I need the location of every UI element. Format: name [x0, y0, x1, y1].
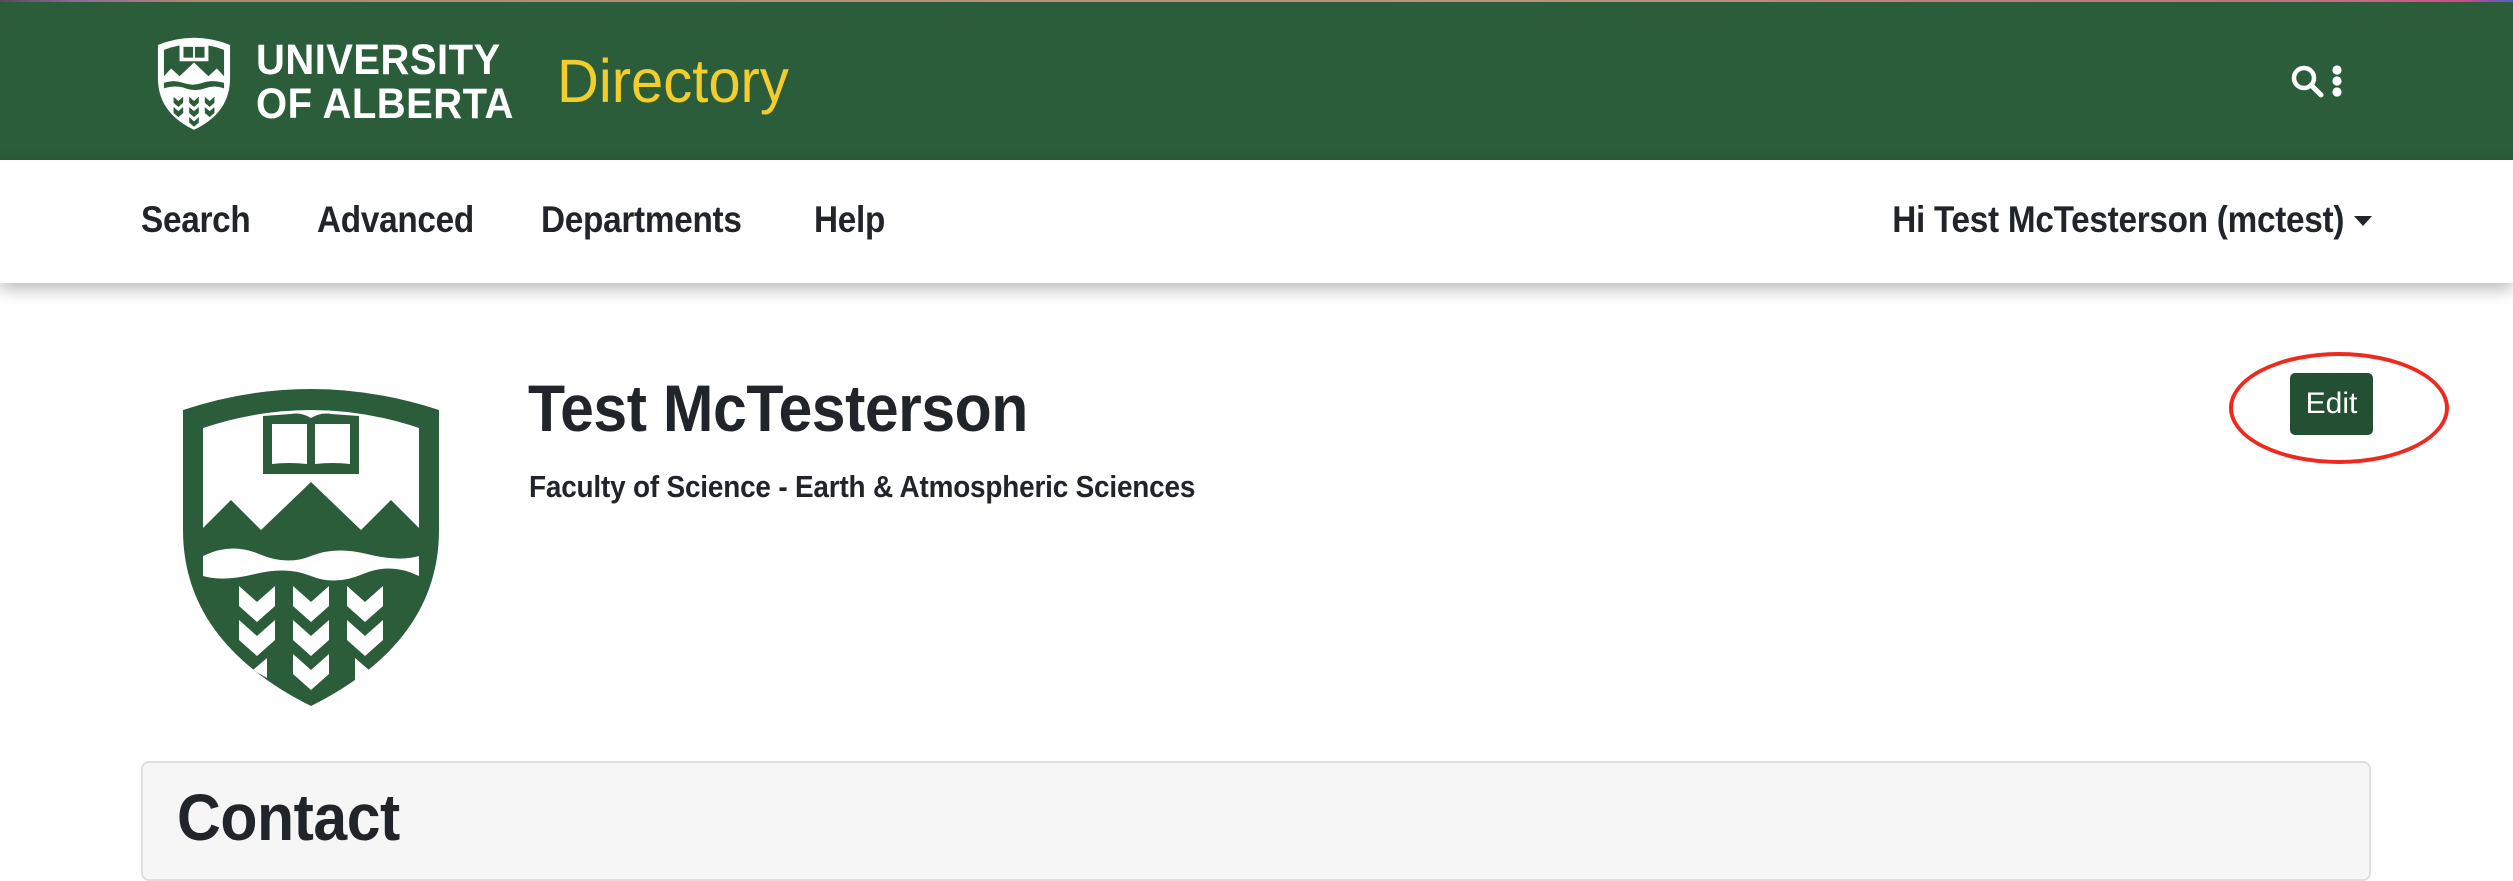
university-logo-link[interactable]: UNIVERSITY OF ALBERTA [155, 33, 513, 131]
university-shield-icon [183, 389, 439, 706]
user-menu-dropdown[interactable]: Hi Test McTesterson (mctest) [1842, 194, 2372, 246]
edit-button[interactable]: Edit [2290, 373, 2373, 435]
brand-line-1: UNIVERSITY [256, 36, 501, 84]
kebab-menu-icon[interactable] [2329, 62, 2345, 100]
app-title-directory[interactable]: Directory [557, 48, 789, 114]
university-wordmark: UNIVERSITY OF ALBERTA [256, 38, 516, 126]
main-navigation: Search Advanced Departments Help Hi Test… [0, 160, 2513, 283]
nav-advanced[interactable]: Advanced [317, 194, 474, 246]
contact-card: Contact [141, 761, 2371, 881]
contact-heading: Contact [177, 780, 400, 854]
university-shield-logo-icon [157, 37, 231, 130]
brand-line-2: OF ALBERTA [256, 80, 514, 128]
search-icon[interactable] [2289, 62, 2327, 100]
nav-help[interactable]: Help [814, 194, 885, 246]
user-greeting: Hi Test McTesterson (mctest) [1892, 199, 2344, 240]
nav-search[interactable]: Search [141, 194, 251, 246]
profile-department: Faculty of Science - Earth & Atmospheric… [529, 469, 1196, 504]
site-header: UNIVERSITY OF ALBERTA Directory [0, 2, 2513, 160]
nav-departments[interactable]: Departments [541, 194, 742, 246]
profile-name: Test McTesterson [528, 371, 1028, 445]
caret-down-icon [2354, 216, 2372, 226]
